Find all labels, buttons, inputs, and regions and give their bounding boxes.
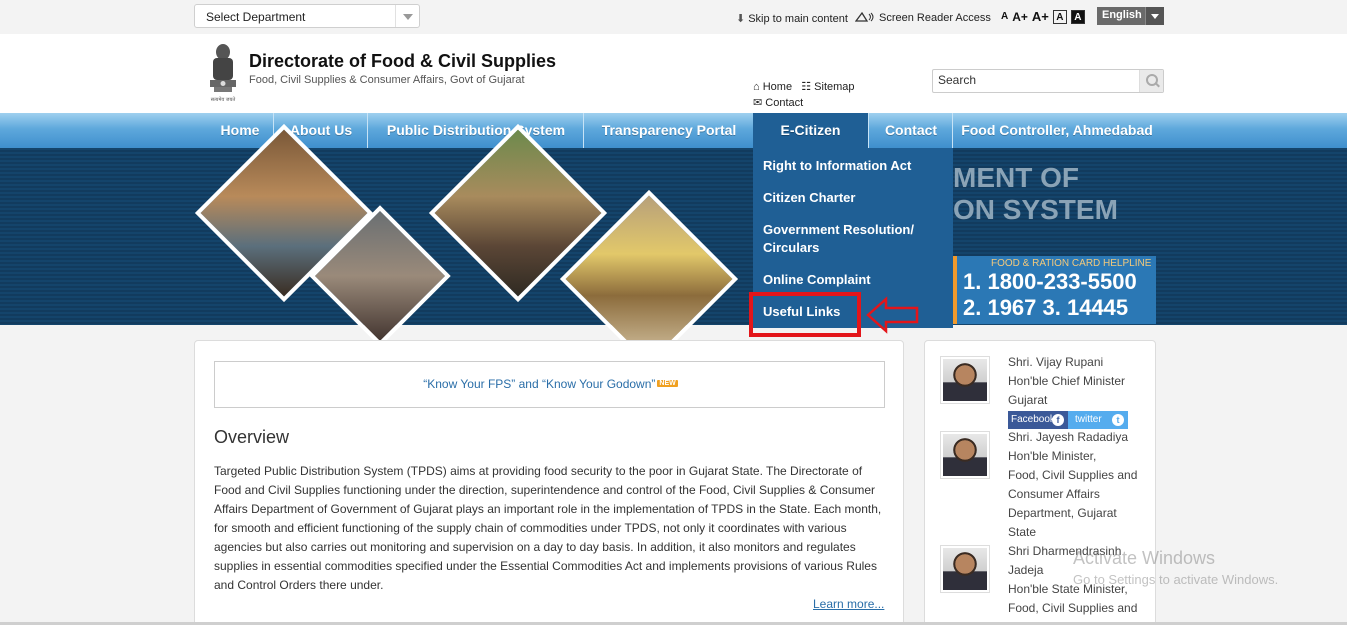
facebook-label: Facebook xyxy=(1011,414,1055,425)
twitter-icon: t xyxy=(1112,414,1124,426)
nav-home[interactable]: Home xyxy=(207,113,273,148)
language-select[interactable]: English xyxy=(1097,7,1164,25)
screen-reader-icon xyxy=(855,12,874,22)
facebook-icon: f xyxy=(1052,414,1064,426)
screen-reader-label: Screen Reader Access xyxy=(879,12,991,24)
useful-links-highlight-box xyxy=(749,292,861,337)
menu-item-government-resolution[interactable]: Government Resolution/ Circulars xyxy=(763,221,943,257)
portrait-photo xyxy=(943,359,987,401)
home-icon: ⌂ xyxy=(753,81,760,93)
nav-public-distribution-system[interactable]: Public Distribution System xyxy=(369,113,583,148)
banner-heading-line2: ON SYSTEM xyxy=(953,194,1118,225)
twitter-button[interactable]: twitter t xyxy=(1068,411,1128,429)
nav-divider xyxy=(583,113,584,148)
home-link[interactable]: ⌂ Home xyxy=(753,81,792,93)
font-size-controls: A A+ A+ A A xyxy=(1001,8,1085,24)
new-badge: NEW xyxy=(657,380,678,387)
site-title[interactable]: Directorate of Food & Civil Supplies xyxy=(249,51,556,72)
portrait-photo xyxy=(943,434,987,476)
home-link-label: Home xyxy=(762,81,793,93)
twitter-label: twitter xyxy=(1075,414,1102,425)
nav-divider xyxy=(367,113,368,148)
banner-heading: MENT OF ON SYSTEM xyxy=(953,162,1118,226)
contrast-dark-button[interactable]: A xyxy=(1070,10,1085,24)
nav-divider xyxy=(868,113,869,148)
leader-2-info: Shri. Jayesh Radadiya Hon'ble Minister, … xyxy=(1008,430,1138,539)
contact-link[interactable]: ✉ Contact xyxy=(753,97,803,109)
department-select[interactable]: Select Department xyxy=(194,4,420,28)
know-your-fps-link[interactable]: “Know Your FPS” and “Know Your Godown” NE… xyxy=(215,377,886,391)
nav-e-citizen[interactable]: E-Citizen xyxy=(753,113,868,148)
sitemap-link-label: Sitemap xyxy=(814,81,855,93)
screen-reader-link[interactable]: Screen Reader Access xyxy=(855,12,991,24)
helpline-box: FOOD & RATION CARD HELPLINE 1. 1800-233-… xyxy=(953,256,1156,324)
know-your-fps-label: “Know Your FPS” and “Know Your Godown” xyxy=(423,377,656,391)
banner-heading-line1: MENT OF xyxy=(953,162,1079,193)
menu-item-citizen-charter[interactable]: Citizen Charter xyxy=(763,189,943,207)
font-increase-button[interactable]: A+ xyxy=(1012,10,1028,24)
sitemap-link[interactable]: ☷ Sitemap xyxy=(801,81,854,93)
contrast-light-button[interactable]: A xyxy=(1052,10,1067,24)
menu-item-right-to-information[interactable]: Right to Information Act xyxy=(763,157,943,175)
menu-item-online-complaint[interactable]: Online Complaint xyxy=(763,271,943,289)
portrait-photo xyxy=(943,548,987,590)
helpline-number-2: 2. 1967 3. 14445 xyxy=(963,295,1129,320)
search-placeholder: Search xyxy=(938,73,977,87)
know-your-fps-box: “Know Your FPS” and “Know Your Godown” NE… xyxy=(214,361,885,408)
main-navigation: Home About Us Public Distribution System… xyxy=(0,113,1347,148)
facebook-button[interactable]: Facebook f xyxy=(1008,411,1068,429)
national-emblem-logo[interactable]: सत्यमेव जयते xyxy=(205,42,241,104)
activate-windows-watermark: Activate Windows xyxy=(1073,548,1216,568)
avatar xyxy=(940,431,990,479)
overview-heading: Overview xyxy=(214,427,290,447)
search-icon[interactable] xyxy=(1139,70,1163,92)
helpline-number-1: 1. 1800-233-5500 xyxy=(963,269,1137,294)
overview-text: Targeted Public Distribution System (TPD… xyxy=(214,464,882,592)
header-utility-links: ⌂ Home ☷ Sitemap ✉ Contact xyxy=(753,79,855,111)
font-increase-more-button[interactable]: A+ xyxy=(1032,10,1049,24)
site-header: सत्यमेव जयते Directorate of Food & Civil… xyxy=(0,34,1347,114)
avatar xyxy=(940,545,990,593)
arrow-down-icon: ⬇ xyxy=(736,13,746,25)
helpline-title: FOOD & RATION CARD HELPLINE xyxy=(991,258,1152,269)
activate-windows-subtext: Go to Settings to activate Windows. xyxy=(1073,572,1279,587)
top-utility-bar: Select Department ⬇ Skip to main content … xyxy=(0,0,1347,34)
skip-to-main-link[interactable]: ⬇ Skip to main content xyxy=(736,12,848,25)
red-arrow-left-icon xyxy=(866,296,919,334)
leader-1-info: Shri. Vijay Rupani Hon'ble Chief Ministe… xyxy=(1008,355,1126,407)
chevron-down-icon xyxy=(1145,7,1164,25)
nav-contact[interactable]: Contact xyxy=(870,113,952,148)
avatar xyxy=(940,356,990,404)
skip-link-label: Skip to main content xyxy=(748,13,848,25)
department-select-value: Select Department xyxy=(206,10,306,24)
search-input[interactable]: Search xyxy=(932,69,1164,93)
font-decrease-button[interactable]: A xyxy=(1001,10,1008,24)
nav-transparency-portal[interactable]: Transparency Portal xyxy=(585,113,753,148)
social-links: Facebook f twitter t xyxy=(1008,411,1128,429)
sitemap-icon: ☷ xyxy=(801,81,812,93)
learn-more-link[interactable]: Learn more... xyxy=(813,597,884,611)
nav-divider xyxy=(952,113,953,148)
nav-food-controller-ahmedabad[interactable]: Food Controller, Ahmedabad xyxy=(954,113,1160,148)
chevron-down-icon xyxy=(395,5,419,27)
svg-text:सत्यमेव जयते: सत्यमेव जयते xyxy=(211,96,236,103)
contact-link-label: Contact xyxy=(765,97,804,109)
language-select-value: English xyxy=(1102,9,1142,21)
mail-icon: ✉ xyxy=(753,97,763,109)
site-subtitle: Food, Civil Supplies & Consumer Affairs,… xyxy=(249,74,525,86)
